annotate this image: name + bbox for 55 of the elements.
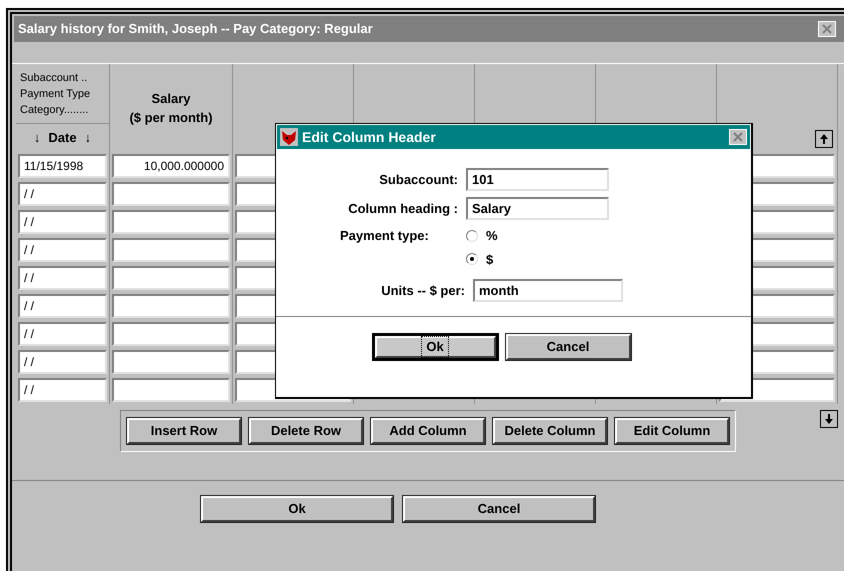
date-cell[interactable]: / / [18, 350, 107, 374]
radio-label: $ [486, 250, 494, 268]
app-icon [280, 128, 298, 146]
table-button[interactable]: Edit Column [614, 417, 730, 445]
column-units: ($ per month) [129, 109, 213, 127]
ok-button[interactable]: Ok [372, 333, 498, 361]
cancel-button[interactable]: Cancel [504, 333, 632, 361]
field-label: Payment type: [339, 227, 430, 245]
close-icon[interactable] [729, 129, 747, 145]
salary-cell[interactable] [112, 182, 230, 206]
up-arrow-icon [820, 134, 828, 144]
row-header-label: Category........ [20, 102, 90, 118]
sort-arrow: ↓ [34, 129, 40, 148]
dialog-title: Edit Column Header [302, 128, 437, 146]
salary-cell[interactable] [112, 322, 230, 346]
salary-cell[interactable] [112, 266, 230, 290]
radio-button[interactable] [466, 230, 478, 242]
date-cell[interactable]: / / [18, 182, 107, 206]
table-button[interactable]: Delete Column [492, 417, 608, 445]
table-button[interactable]: Delete Row [248, 417, 364, 445]
radio-button[interactable] [466, 253, 478, 266]
date-cell[interactable]: / / [18, 238, 107, 262]
table-button[interactable]: Add Column [370, 417, 486, 445]
field-label: Column heading : [347, 200, 459, 218]
down-arrow-icon [825, 414, 833, 424]
salary-cell[interactable] [112, 238, 230, 262]
column-heading: Date [48, 129, 77, 148]
column-heading: Salary [151, 90, 191, 108]
table-button[interactable]: Insert Row [126, 417, 242, 445]
salary-cell[interactable] [112, 350, 230, 374]
text-field[interactable]: month [473, 279, 623, 302]
salary-cell[interactable]: 10,000.000000 [112, 154, 230, 178]
sort-arrow: ↓ [84, 129, 92, 148]
date-cell[interactable]: / / [18, 378, 107, 402]
date-cell[interactable]: / / [18, 266, 107, 290]
close-icon[interactable] [818, 21, 836, 37]
window-title: Salary history for Smith, Joseph -- Pay Category: Regular [18, 20, 373, 38]
row-header-label: Subaccount .. [20, 70, 88, 86]
date-cell[interactable]: 11/15/1998 [18, 154, 107, 178]
text-field[interactable]: 101 [466, 168, 609, 191]
radio-label: % [486, 227, 498, 245]
salary-cell[interactable] [112, 210, 230, 234]
cancel-button[interactable]: Cancel [402, 495, 596, 523]
text-field[interactable]: Salary [466, 197, 609, 220]
row-header-label: Payment Type [20, 86, 92, 102]
ok-button[interactable]: Ok [200, 495, 394, 523]
scroll-down-button[interactable] [820, 410, 838, 428]
field-label: Units -- $ per: [380, 282, 466, 300]
date-cell[interactable]: / / [18, 210, 107, 234]
salary-cell[interactable] [112, 294, 230, 318]
scroll-up-button[interactable] [815, 130, 833, 148]
salary-cell[interactable] [112, 378, 230, 402]
field-label: Subaccount: [378, 170, 459, 189]
date-cell[interactable]: / / [18, 322, 107, 346]
date-cell[interactable]: / / [18, 294, 107, 318]
